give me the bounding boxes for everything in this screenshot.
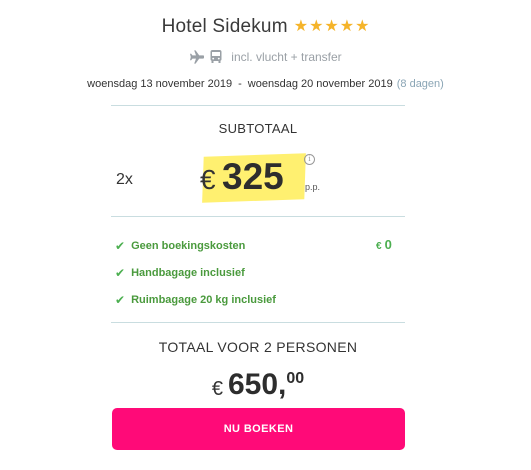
- feature-label: Handbagage inclusief: [131, 267, 245, 279]
- subtotal-label: SUBTOTAAL: [218, 121, 298, 136]
- total-label: TOTAAL VOOR 2 PERSONEN: [158, 339, 358, 355]
- end-date: woensdag 20 november 2019: [247, 78, 393, 90]
- star-icon: ★: [339, 18, 355, 35]
- star-icon: ★: [355, 18, 370, 35]
- total-price: € 650, 00: [111, 368, 405, 402]
- plane-icon: [189, 49, 205, 64]
- trip-duration: (8 dagen): [396, 78, 444, 90]
- booking-fee: €0: [376, 236, 392, 254]
- price-per-person: 325: [222, 156, 284, 197]
- bus-icon: [209, 49, 223, 64]
- book-now-button[interactable]: NU BOEKEN: [112, 408, 405, 450]
- feature-label: Ruimbagage 20 kg inclusief: [131, 294, 276, 306]
- travel-dates: woensdag 13 november 2019 - woensdag 20 …: [0, 78, 531, 90]
- start-date: woensdag 13 november 2019: [87, 78, 233, 90]
- price-currency: €: [200, 164, 216, 195]
- transport-info: incl. vlucht + transfer: [0, 49, 531, 64]
- date-separator: -: [238, 78, 242, 90]
- star-icon: ★: [309, 18, 324, 35]
- traveller-quantity: 2x: [116, 171, 133, 188]
- per-person-label: p.p.: [305, 182, 321, 192]
- feature-label: Geen boekingskosten: [131, 240, 246, 252]
- hotel-name: Hotel Sidekum: [161, 16, 288, 37]
- check-icon: ✔: [115, 266, 126, 280]
- star-rating: ★ ★ ★ ★ ★: [294, 19, 370, 35]
- star-icon: ★: [293, 18, 309, 35]
- booking-fee-currency: €: [376, 241, 382, 252]
- feature-item: ✔ Geen boekingskosten: [115, 239, 245, 253]
- feature-item: ✔ Handbagage inclusief: [115, 266, 245, 280]
- star-icon: ★: [324, 18, 339, 35]
- divider: [111, 105, 405, 106]
- transport-text: incl. vlucht + transfer: [231, 49, 342, 64]
- info-icon[interactable]: i: [304, 154, 315, 165]
- divider: [111, 322, 405, 323]
- total-integer: 650,: [227, 368, 287, 401]
- divider: [111, 216, 405, 217]
- hotel-header: Hotel Sidekum ★ ★ ★ ★ ★: [0, 16, 531, 38]
- total-currency: €: [211, 378, 223, 400]
- check-icon: ✔: [115, 293, 126, 307]
- total-decimals: 00: [286, 370, 305, 387]
- feature-item: ✔ Ruimbagage 20 kg inclusief: [115, 293, 276, 307]
- check-icon: ✔: [115, 239, 126, 253]
- booking-fee-amount: 0: [384, 237, 392, 252]
